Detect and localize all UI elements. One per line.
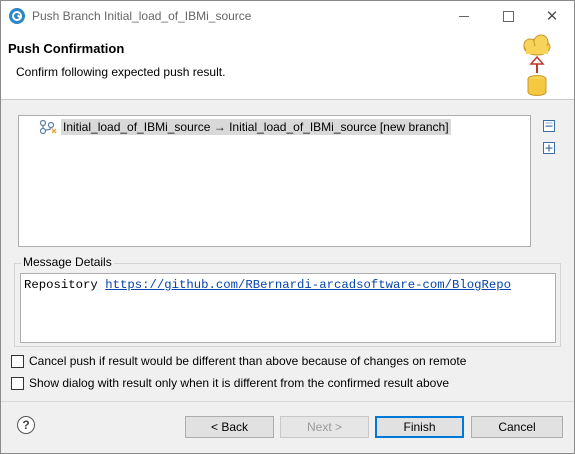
minimize-button[interactable] [442, 1, 486, 31]
wizard-banner: Push Confirmation Confirm following expe… [1, 31, 574, 100]
cloud-push-database-icon [523, 34, 551, 96]
expand-all-icon[interactable] [542, 141, 556, 155]
back-button[interactable]: < Back [185, 416, 274, 438]
message-prefix: Repository [24, 278, 98, 292]
help-icon[interactable]: ? [17, 416, 35, 434]
footer-separator [1, 401, 574, 402]
show-only-if-different-label: Show dialog with result only when it is … [29, 376, 449, 390]
message-details-text[interactable]: Repository https://github.com/RBernardi-… [20, 273, 556, 343]
tree-item[interactable]: Initial_load_of_IBMi_source → Initial_lo… [39, 119, 451, 135]
banner-description: Confirm following expected push result. [16, 65, 226, 79]
close-icon: ✕ [545, 7, 559, 25]
cancel-if-different-label: Cancel push if result would be different… [29, 354, 467, 368]
minimize-icon [459, 15, 469, 17]
finish-button[interactable]: Finish [375, 416, 464, 438]
cancel-if-different-checkbox[interactable] [11, 354, 24, 368]
maximize-button[interactable] [486, 1, 530, 31]
maximize-icon [502, 10, 514, 22]
egit-app-icon [9, 8, 25, 24]
repository-link[interactable]: https://github.com/RBernardi-arcadsoftwa… [105, 278, 511, 292]
banner-title: Push Confirmation [8, 41, 125, 56]
next-button: Next > [280, 416, 369, 438]
collapse-all-icon[interactable] [542, 119, 556, 133]
show-only-if-different-checkbox[interactable] [11, 376, 24, 390]
message-details-legend: Message Details [21, 255, 114, 269]
cancel-button[interactable]: Cancel [471, 416, 563, 438]
message-line: Repository https://github.com/RBernardi-… [24, 278, 511, 292]
branch-icon [39, 119, 57, 135]
window-title: Push Branch Initial_load_of_IBMi_source [32, 9, 252, 23]
tree-item-label: Initial_load_of_IBMi_source → Initial_lo… [61, 119, 451, 135]
show-only-if-different-option[interactable]: Show dialog with result only when it is … [11, 375, 449, 391]
close-button[interactable]: ✕ [530, 1, 574, 31]
push-result-tree[interactable]: Initial_load_of_IBMi_source → Initial_lo… [18, 115, 531, 247]
title-bar: Push Branch Initial_load_of_IBMi_source … [1, 1, 574, 31]
push-branch-dialog: Push Branch Initial_load_of_IBMi_source … [0, 0, 575, 454]
cancel-if-different-option[interactable]: Cancel push if result would be different… [11, 353, 466, 369]
